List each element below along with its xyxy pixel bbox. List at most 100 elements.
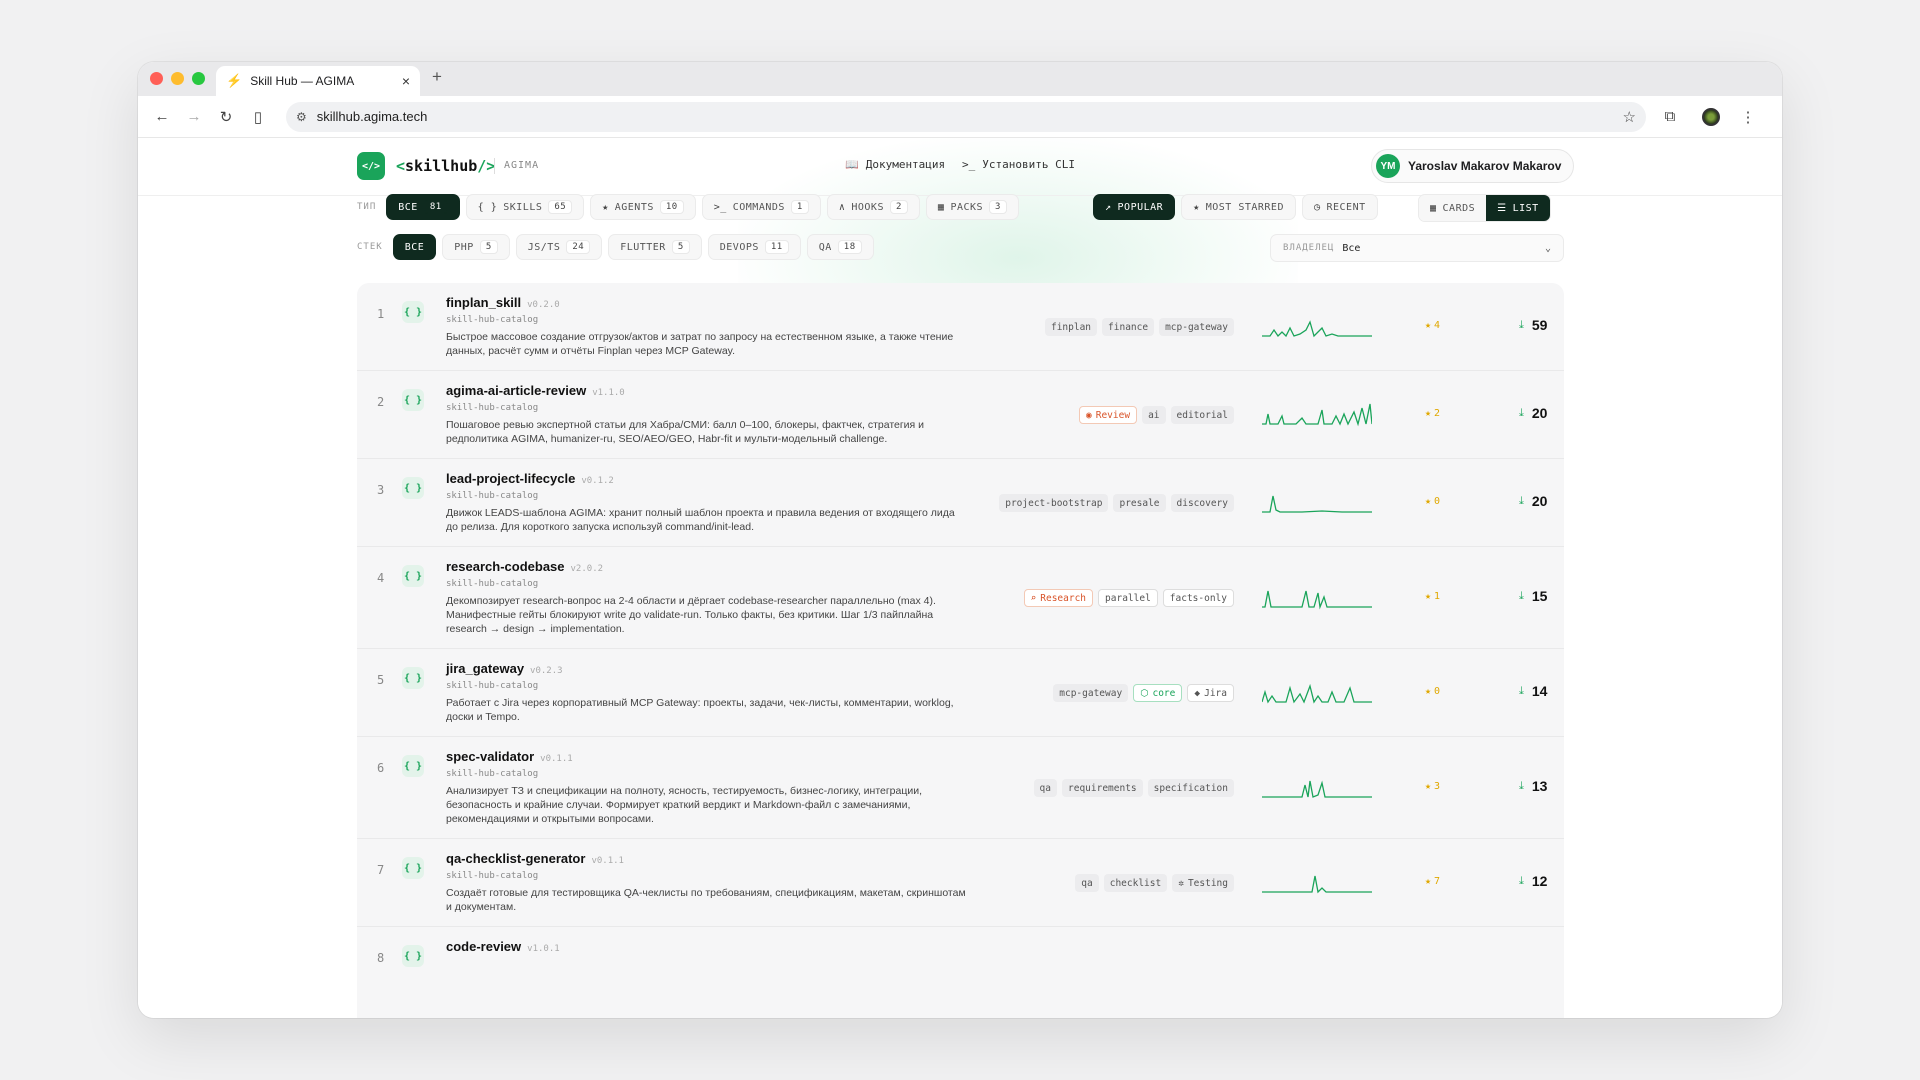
tag[interactable]: project-bootstrap [999, 494, 1109, 512]
row-title[interactable]: finplan_skill v0.2.0 [446, 295, 560, 310]
list-item[interactable]: 1 { } finplan_skill v0.2.0 skill-hub-cata… [357, 283, 1564, 371]
logo-mark[interactable]: </> [357, 152, 385, 180]
row-description: Создаёт готовые для тестировщика QA-чекл… [446, 887, 966, 913]
extensions-icon[interactable]: ⧉ [1656, 103, 1684, 131]
list-item[interactable]: 3 { } lead-project-lifecycle v0.1.2 skill… [357, 459, 1564, 547]
row-title[interactable]: code-review v1.0.1 [446, 939, 560, 954]
tag[interactable]: requirements [1062, 779, 1143, 797]
tag[interactable]: presale [1113, 494, 1166, 512]
row-version: v0.1.1 [540, 754, 573, 764]
row-title[interactable]: spec-validator v0.1.1 [446, 749, 573, 764]
reload-icon[interactable]: ↻ [212, 103, 240, 131]
user-menu[interactable]: YM Yaroslav Makarov Makarov [1371, 149, 1575, 183]
chip-count: 5 [479, 240, 498, 254]
chip-label: RECENT [1326, 201, 1366, 213]
type-filter-skills[interactable]: { } SKILLS 65 [465, 194, 585, 220]
tab-strip: ⚡ Skill Hub — AGIMA × + [138, 62, 1782, 96]
view-list-button[interactable]: ☰ LIST [1486, 195, 1550, 221]
row-name: spec-validator [446, 749, 535, 764]
stack-filter-flutter[interactable]: FLUTTER 5 [608, 234, 702, 260]
core-tag[interactable]: ⬡ core [1133, 684, 1183, 702]
new-tab-button[interactable]: + [432, 67, 442, 87]
address-bar[interactable]: ⚙ skillhub.agima.tech ☆ [286, 101, 1646, 132]
tag[interactable]: mcp-gateway [1159, 318, 1234, 336]
sort-recent-button[interactable]: ◷ RECENT [1301, 194, 1378, 220]
tag[interactable]: qa [1075, 874, 1099, 892]
chip-label: ВСЕ [404, 241, 425, 253]
jira-tag[interactable]: ◆ Jira [1187, 684, 1234, 702]
row-title[interactable]: research-codebase v2.0.2 [446, 559, 603, 574]
row-version: v1.1.0 [592, 388, 625, 398]
tag[interactable]: finance [1102, 318, 1155, 336]
minimize-window-button[interactable] [171, 72, 184, 85]
review-tag[interactable]: ◉ Review [1079, 406, 1138, 424]
row-name: jira_gateway [446, 661, 525, 676]
row-title[interactable]: agima-ai-article-review v1.1.0 [446, 383, 625, 398]
owner-select[interactable]: ВЛАДЕЛЕЦ Все ⌄ [1270, 234, 1564, 262]
tag[interactable]: parallel [1098, 589, 1158, 607]
row-title[interactable]: jira_gateway v0.2.3 [446, 661, 563, 676]
profile-avatar-icon[interactable] [1702, 107, 1720, 126]
list-item[interactable]: 5 { } jira_gateway v0.2.3 skill-hub-catal… [357, 649, 1564, 737]
download-count: ⤓ 12 [1519, 873, 1547, 889]
stack-filter-php[interactable]: PHP 5 [442, 234, 510, 260]
maximize-window-button[interactable] [192, 72, 205, 85]
tag[interactable]: mcp-gateway [1053, 684, 1129, 702]
tag[interactable]: facts-only [1162, 589, 1234, 607]
nav-cli-link[interactable]: >_ Установить CLI [962, 158, 1075, 171]
chip-count: 1 [790, 200, 809, 214]
forward-arrow-icon[interactable]: → [180, 103, 208, 131]
more-menu-icon[interactable]: ⋮ [1734, 103, 1762, 131]
row-title[interactable]: lead-project-lifecycle v0.1.2 [446, 471, 614, 486]
view-cards-button[interactable]: ▦ CARDS [1419, 195, 1487, 221]
nav-docs-label: Документация [865, 158, 946, 171]
logo-bracket-open: < [396, 157, 406, 175]
stack-filter-devops[interactable]: DEVOPS 11 [707, 234, 801, 260]
tag[interactable]: specification [1147, 779, 1234, 797]
type-filter-commands[interactable]: >_ COMMANDS 1 [701, 194, 821, 220]
hexagon-icon: ⬡ [1140, 687, 1149, 699]
list-item[interactable]: 7 { } qa-checklist-generator v0.1.1 skill… [357, 839, 1564, 927]
logo-text[interactable]: <skillhub/> [396, 157, 495, 175]
list-item[interactable]: 4 { } research-codebase v2.0.2 skill-hub-… [357, 547, 1564, 649]
type-filter-hooks[interactable]: ∧ HOOKS 2 [826, 194, 920, 220]
tab-close-icon[interactable]: × [402, 73, 410, 89]
star-count: 4 [1434, 320, 1441, 331]
avatar: YM [1376, 154, 1400, 178]
tag[interactable]: qa [1033, 779, 1057, 797]
row-catalog: skill-hub-catalog [446, 579, 539, 589]
split-view-icon[interactable]: ▯ [244, 103, 272, 131]
stack-filter-all[interactable]: ВСЕ [392, 234, 437, 260]
tag[interactable]: checklist [1103, 874, 1168, 892]
tag[interactable]: finplan [1044, 318, 1098, 336]
skills-list: 1 { } finplan_skill v0.2.0 skill-hub-cata… [357, 283, 1564, 1018]
url-text[interactable]: skillhub.agima.tech [317, 109, 1623, 124]
sort-popular-button[interactable]: ↗ POPULAR [1093, 194, 1176, 220]
row-title[interactable]: qa-checklist-generator v0.1.1 [446, 851, 624, 866]
research-tag[interactable]: ⌕ Research [1023, 589, 1094, 607]
nav-docs-link[interactable]: 📖 Документация [845, 158, 945, 171]
list-item[interactable]: 2 { } agima-ai-article-review v1.1.0 skil… [357, 371, 1564, 459]
list-item[interactable]: 8 { } code-review v1.0.1 [357, 927, 1564, 1015]
tag[interactable]: editorial [1170, 406, 1234, 424]
stack-filter-jsts[interactable]: JS/TS 24 [515, 234, 603, 260]
sort-most-starred-button[interactable]: ★ MOST STARRED [1181, 194, 1296, 220]
type-filter-all[interactable]: ВСЕ 81 [386, 194, 460, 220]
type-filter-agents[interactable]: ★ AGENTS 10 [590, 194, 696, 220]
chip-count: 3 [989, 200, 1007, 214]
tag[interactable]: ai [1142, 406, 1166, 424]
star-count: 3 [1434, 781, 1441, 792]
download-icon: ⤓ [1519, 779, 1524, 792]
site-settings-icon[interactable]: ⚙ [296, 110, 307, 124]
browser-tab[interactable]: ⚡ Skill Hub — AGIMA × [216, 66, 420, 96]
back-arrow-icon[interactable]: ← [148, 103, 176, 131]
list-item[interactable]: 6 { } spec-validator v0.1.1 skill-hub-cat… [357, 737, 1564, 839]
usage-sparkline [1262, 590, 1372, 610]
download-count: ⤓ 20 [1519, 493, 1547, 509]
close-window-button[interactable] [150, 72, 163, 85]
stack-filter-qa[interactable]: QA 18 [806, 234, 874, 260]
type-filter-packs[interactable]: ▦ PACKS 3 [925, 194, 1019, 220]
testing-tag[interactable]: ✲ Testing [1172, 874, 1234, 892]
bookmark-star-icon[interactable]: ☆ [1623, 108, 1636, 126]
tag[interactable]: discovery [1170, 494, 1234, 512]
